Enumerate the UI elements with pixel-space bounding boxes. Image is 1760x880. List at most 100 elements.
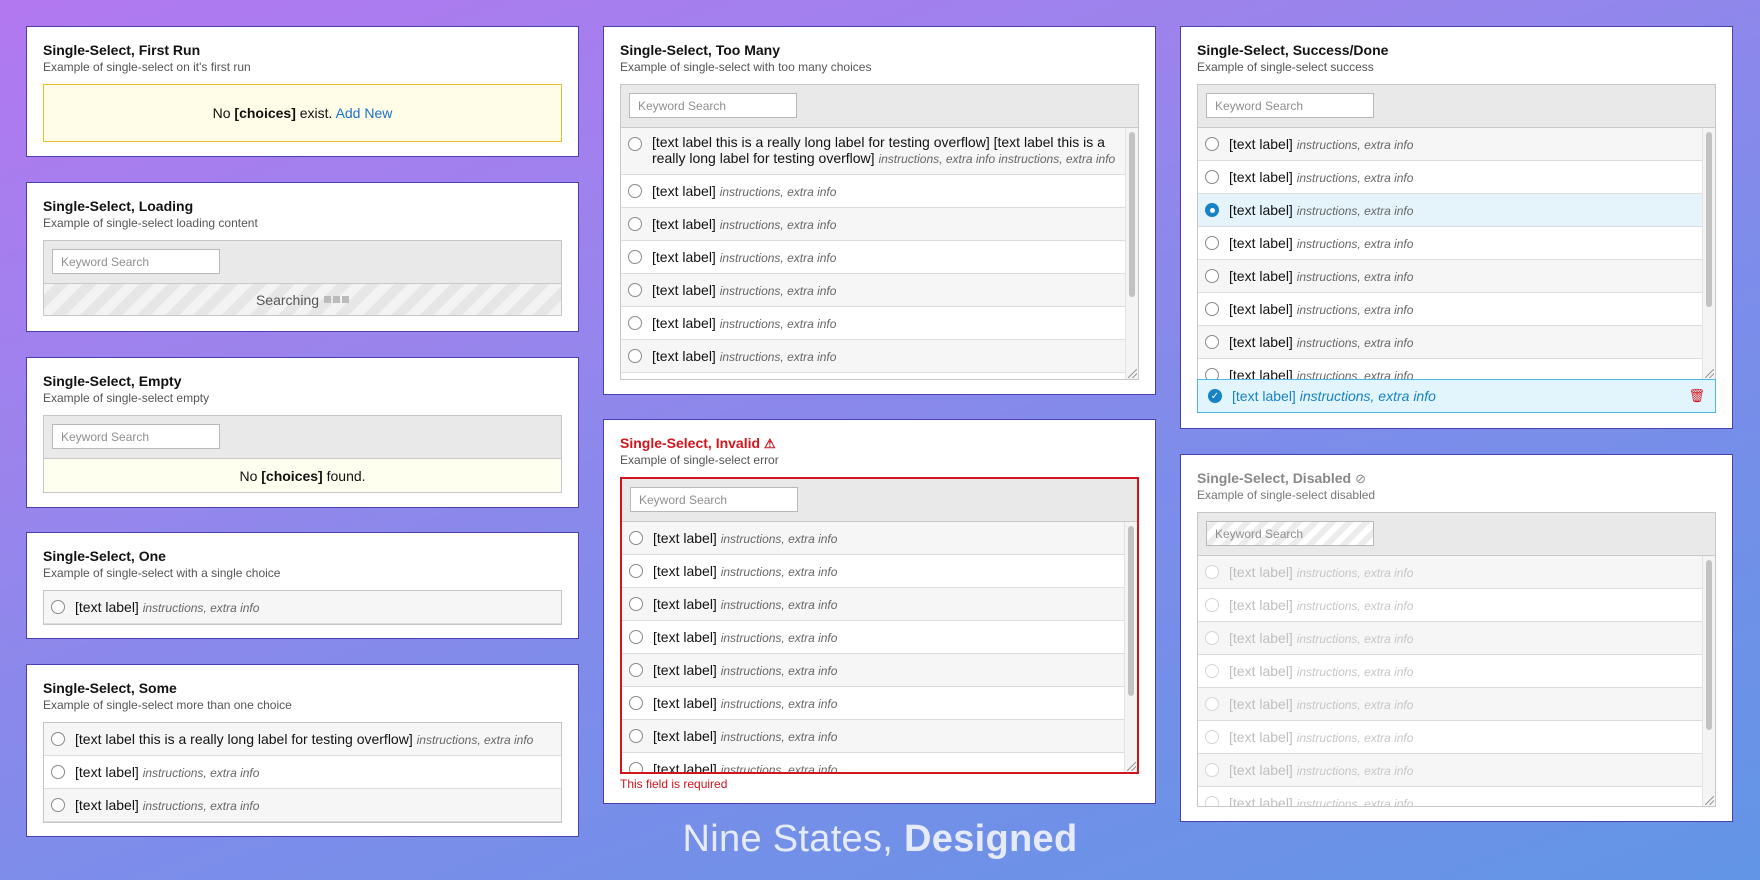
list-item[interactable]: [text label] instructions, extra info bbox=[44, 756, 561, 789]
list-item-label: [text label] bbox=[653, 628, 717, 645]
radio-icon[interactable] bbox=[1205, 203, 1219, 217]
list-item[interactable]: [text label] instructions, extra info bbox=[1198, 128, 1702, 161]
keyword-search-input[interactable] bbox=[630, 487, 798, 512]
radio-icon[interactable] bbox=[629, 729, 643, 743]
resize-handle bbox=[1705, 796, 1714, 805]
radio-icon bbox=[1205, 631, 1219, 645]
list-item[interactable]: [text label] instructions, extra info bbox=[622, 753, 1124, 772]
radio-icon[interactable] bbox=[629, 762, 643, 772]
list-item-info: instructions, extra info bbox=[719, 184, 837, 199]
radio-icon[interactable] bbox=[51, 798, 65, 812]
list-item-text: [text label this is a really long label … bbox=[75, 731, 533, 748]
list-item[interactable]: [text label] instructions, extra info bbox=[622, 522, 1124, 555]
list-item[interactable]: [text label] instructions, extra info bbox=[1198, 326, 1702, 359]
radio-icon[interactable] bbox=[629, 531, 643, 545]
options-list: [text label] instructions, extra info [te… bbox=[1198, 128, 1715, 379]
radio-icon[interactable] bbox=[628, 184, 642, 198]
message-bold: [choices] bbox=[234, 105, 296, 121]
scrollbar-thumb[interactable] bbox=[1129, 132, 1135, 297]
list-item[interactable]: [text label] instructions, extra info bbox=[622, 555, 1124, 588]
list-item[interactable]: [text label] instructions, extra info bbox=[622, 621, 1124, 654]
list-item-label: [text label] bbox=[75, 763, 139, 780]
radio-icon bbox=[1205, 697, 1219, 711]
select-box: [text label] instructions, extra info[te… bbox=[1197, 84, 1716, 379]
radio-icon[interactable] bbox=[629, 597, 643, 611]
list-item[interactable]: [text label] instructions, extra info bbox=[621, 208, 1125, 241]
list-item[interactable]: [text label] instructions, extra info bbox=[622, 687, 1124, 720]
keyword-search-input[interactable] bbox=[52, 249, 220, 274]
list-item[interactable]: [text label] instructions, extra info bbox=[621, 307, 1125, 340]
list-item-text: [text label] instructions, extra info bbox=[653, 629, 837, 646]
list-item[interactable]: [text label] instructions, extra info bbox=[1198, 293, 1702, 326]
empty-message: No [choices] found. bbox=[44, 459, 561, 492]
add-new-link[interactable]: Add New bbox=[336, 105, 393, 121]
trash-icon[interactable]: 🗑 bbox=[1688, 388, 1705, 404]
radio-icon[interactable] bbox=[51, 600, 65, 614]
footer-bold-text: Designed bbox=[904, 818, 1078, 860]
first-run-card: Single-Select, First Run Example of sing… bbox=[26, 26, 579, 157]
warning-icon: ⚠ bbox=[764, 436, 776, 451]
list-item[interactable]: [text label this is a really long label … bbox=[621, 128, 1125, 175]
radio-icon[interactable] bbox=[51, 732, 65, 746]
list-item[interactable]: [text label] instructions, extra info bbox=[1198, 227, 1702, 260]
message-text: No bbox=[212, 105, 235, 121]
list-item-label: [text label] bbox=[652, 182, 716, 199]
scrollbar[interactable] bbox=[1125, 128, 1138, 379]
list-item[interactable]: [text label] instructions, extra info bbox=[621, 241, 1125, 274]
resize-handle[interactable] bbox=[1705, 369, 1714, 378]
card-subtitle: Example of single-select loading content bbox=[43, 216, 258, 230]
radio-icon[interactable] bbox=[629, 564, 643, 578]
radio-icon[interactable] bbox=[1205, 236, 1219, 250]
radio-icon[interactable] bbox=[1205, 302, 1219, 316]
list-item[interactable]: [text label] instructions, extra info bbox=[621, 340, 1125, 373]
radio-icon[interactable] bbox=[628, 316, 642, 330]
list-item: [text label] instructions, extra info bbox=[1198, 688, 1702, 721]
scrollbar[interactable] bbox=[1124, 522, 1137, 772]
list-item: [text label] instructions, extra info bbox=[1198, 787, 1702, 806]
scrollbar-thumb[interactable] bbox=[1128, 526, 1134, 696]
radio-icon[interactable] bbox=[629, 663, 643, 677]
list-item[interactable]: [text label] instructions, extra info bbox=[1198, 194, 1702, 227]
scrollbar[interactable] bbox=[1702, 128, 1715, 379]
keyword-search-input[interactable] bbox=[629, 93, 797, 118]
list-item-info: instructions, extra info bbox=[1296, 598, 1414, 613]
error-message: This field is required bbox=[620, 777, 728, 791]
radio-icon[interactable] bbox=[628, 283, 642, 297]
keyword-search-input[interactable] bbox=[1206, 93, 1374, 118]
list-item-info: instructions, extra info bbox=[142, 765, 260, 780]
list-item-label: [text label] bbox=[1229, 333, 1293, 350]
radio-icon[interactable] bbox=[1205, 137, 1219, 151]
radio-icon[interactable] bbox=[628, 137, 642, 151]
radio-icon[interactable] bbox=[1205, 368, 1219, 379]
list-item[interactable]: [text label this is a really long label … bbox=[44, 723, 561, 756]
radio-icon[interactable] bbox=[628, 217, 642, 231]
radio-icon[interactable] bbox=[629, 696, 643, 710]
radio-icon[interactable] bbox=[629, 630, 643, 644]
list-item[interactable]: [text label] instructions, extra info bbox=[44, 591, 561, 624]
resize-handle[interactable] bbox=[1128, 369, 1137, 378]
list-item[interactable]: [text label] instructions, extra info bbox=[622, 588, 1124, 621]
list-item[interactable]: [text label] instructions, extra info bbox=[1198, 161, 1702, 194]
list-item[interactable]: [text label] instructions, extra info bbox=[622, 654, 1124, 687]
too-many-card: Single-Select, Too Many Example of singl… bbox=[603, 26, 1156, 395]
radio-icon[interactable] bbox=[1205, 269, 1219, 283]
resize-handle[interactable] bbox=[1127, 762, 1136, 771]
keyword-search-input[interactable] bbox=[52, 424, 220, 449]
list-item-label: [text label] bbox=[1229, 794, 1293, 807]
radio-icon[interactable] bbox=[628, 349, 642, 363]
list-item-label: [text label] bbox=[1229, 300, 1293, 317]
list-item[interactable]: [text label] instructions, extra info bbox=[1198, 359, 1702, 379]
list-item[interactable]: [text label] instructions, extra info bbox=[621, 274, 1125, 307]
radio-icon[interactable] bbox=[1205, 170, 1219, 184]
scrollbar-thumb[interactable] bbox=[1706, 132, 1712, 307]
list-item[interactable]: [text label] instructions, extra info bbox=[621, 175, 1125, 208]
first-run-message: No [choices] exist. Add New bbox=[43, 84, 562, 142]
list-item[interactable]: [text label] instructions, extra info bbox=[622, 720, 1124, 753]
select-box: [text label this is a really long label … bbox=[43, 722, 562, 823]
list-item[interactable]: [text label] instructions, extra info bbox=[1198, 260, 1702, 293]
radio-icon[interactable] bbox=[1205, 335, 1219, 349]
list-item-text: [text label] instructions, extra info bbox=[652, 249, 836, 266]
list-item-label: [text label] bbox=[652, 314, 716, 331]
radio-icon[interactable] bbox=[51, 765, 65, 779]
radio-icon[interactable] bbox=[628, 250, 642, 264]
